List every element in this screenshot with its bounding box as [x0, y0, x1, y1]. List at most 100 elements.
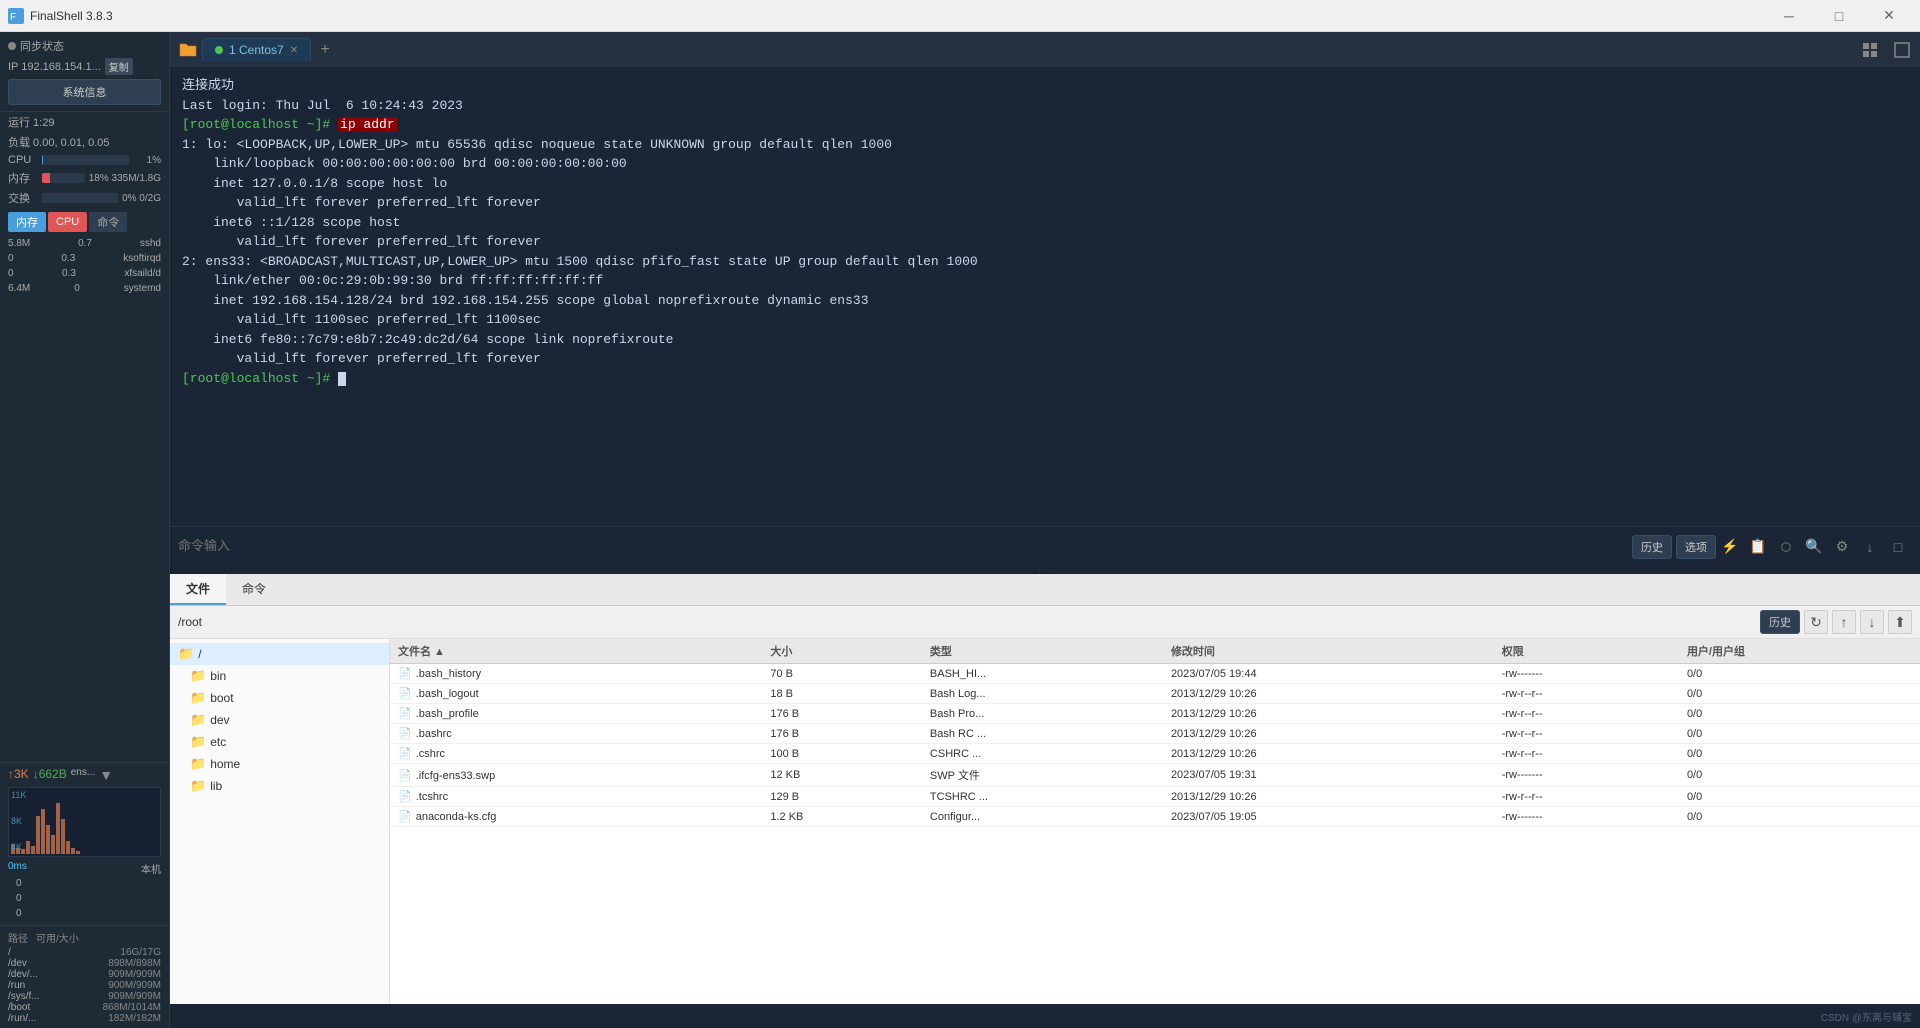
file-size-cell: 70 B [762, 664, 922, 684]
fullscreen-icon-button[interactable]: □ [1884, 533, 1912, 561]
disk-col-path: 路径 [8, 930, 28, 945]
process-table: 5.8M0.7sshd 00.3ksoftirqd 00.3xfsaild/d … [0, 236, 169, 762]
history-button[interactable]: 历史 [1632, 535, 1672, 559]
file-name-cell: 📄.tcshrc [390, 787, 762, 807]
file-row[interactable]: 📄.bash_profile 176 B Bash Pro... 2013/12… [390, 704, 1920, 724]
process-row: 5.8M0.7sshd [0, 236, 169, 251]
panel-splitter[interactable] [170, 566, 1920, 574]
download-icon-button[interactable]: ↓ [1856, 533, 1884, 561]
file-owner-cell: 0/0 [1679, 744, 1920, 764]
file-panel: 文件 命令 /root 历史 ↻ ↑ ↓ ⬆ 📁 / � [170, 574, 1920, 1004]
search-icon-button[interactable]: 🔍 [1800, 533, 1828, 561]
cpu-label: CPU [8, 154, 38, 166]
file-path: /root [178, 615, 202, 629]
file-perms-cell: -rw-r--r-- [1494, 684, 1679, 704]
term-line: inet6 fe80::7c79:e8b7:2c49:dc2d/64 scope… [182, 330, 1908, 350]
upload2-icon-button[interactable]: ⬆ [1888, 610, 1912, 634]
upload-icon-button[interactable]: ↑ [1832, 610, 1856, 634]
tab-memory[interactable]: 内存 [8, 212, 46, 232]
folder-icon-button[interactable] [174, 36, 202, 64]
close-button[interactable]: ✕ [1866, 0, 1912, 32]
tab-close-button[interactable]: ✕ [290, 45, 298, 56]
maximize-button[interactable]: □ [1816, 0, 1862, 32]
disk-row: /boot868M/1014M [8, 1002, 161, 1013]
tree-item-lib[interactable]: 📁 lib [170, 775, 389, 797]
process-row: 00.3ksoftirqd [0, 251, 169, 266]
options-button[interactable]: 选项 [1676, 535, 1716, 559]
tree-item-root[interactable]: 📁 / [170, 643, 389, 665]
app-icon: F [8, 8, 24, 24]
credit-text: CSDN @东离与辅宝 [1821, 1009, 1912, 1024]
tree-item-dev[interactable]: 📁 dev [170, 709, 389, 731]
grid-view-button[interactable] [1856, 36, 1884, 64]
file-row[interactable]: 📄.tcshrc 129 B TCSHRC ... 2013/12/29 10:… [390, 787, 1920, 807]
file-perms-cell: -rw-r--r-- [1494, 787, 1679, 807]
term-line: link/loopback 00:00:00:00:00:00 brd 00:0… [182, 154, 1908, 174]
settings-icon-button[interactable]: ⚙ [1828, 533, 1856, 561]
tab-cmd[interactable]: 命令 [226, 574, 282, 605]
net-up: ↑3K [8, 767, 29, 783]
main-layout: 同步状态 IP 192.168.154.1... 复制 系统信息 运行 1:29… [0, 32, 1920, 1028]
tab-centos7[interactable]: 1 Centos7 ✕ [202, 38, 311, 61]
file-icon: 📄 [398, 811, 412, 823]
file-modified-cell: 2013/12/29 10:26 [1163, 724, 1494, 744]
copy-icon-button[interactable]: 📋 [1744, 533, 1772, 561]
folder-bin-icon: 📁 [190, 668, 206, 684]
file-perms-cell: -rw------- [1494, 807, 1679, 827]
ip-row: IP 192.168.154.1... 复制 [8, 58, 161, 75]
disk-header: 路径 可用/大小 [8, 930, 161, 945]
net-expand-icon[interactable]: ▼ [99, 767, 113, 783]
folder-home-icon: 📁 [190, 756, 206, 772]
terminal-cursor [338, 372, 346, 386]
file-size-cell: 129 B [762, 787, 922, 807]
folder-root-icon: 📁 [178, 646, 194, 662]
file-row[interactable]: 📄.bash_logout 18 B Bash Log... 2013/12/2… [390, 684, 1920, 704]
file-icon: 📄 [398, 668, 412, 680]
file-row[interactable]: 📄.bashrc 176 B Bash RC ... 2013/12/29 10… [390, 724, 1920, 744]
copy-ip-button[interactable]: 复制 [105, 58, 133, 75]
paste-icon-button[interactable]: ⬡ [1772, 533, 1800, 561]
ping-row: 0ms 本机 [8, 861, 161, 876]
tab-command[interactable]: 命令 [89, 212, 127, 232]
fullscreen-button[interactable] [1888, 36, 1916, 64]
term-line: inet6 ::1/128 scope host [182, 213, 1908, 233]
sync-dot [8, 42, 16, 50]
command-input[interactable] [178, 539, 1628, 554]
tree-item-home[interactable]: 📁 home [170, 753, 389, 775]
refresh-icon-button[interactable]: ↻ [1804, 610, 1828, 634]
file-row[interactable]: 📄anaconda-ks.cfg 1.2 KB Configur... 2023… [390, 807, 1920, 827]
file-tree: 📁 / 📁 bin 📁 boot 📁 dev [170, 639, 390, 1004]
file-perms-cell: -rw-r--r-- [1494, 744, 1679, 764]
file-owner-cell: 0/0 [1679, 684, 1920, 704]
tab-add-button[interactable]: + [311, 36, 339, 64]
lightning-icon-button[interactable]: ⚡ [1716, 533, 1744, 561]
file-row[interactable]: 📄.bash_history 70 B BASH_HI... 2023/07/0… [390, 664, 1920, 684]
tree-item-boot[interactable]: 📁 boot [170, 687, 389, 709]
tree-item-bin[interactable]: 📁 bin [170, 665, 389, 687]
process-tabs: 内存 CPU 命令 [0, 208, 169, 236]
col-type: 类型 [922, 639, 1163, 664]
file-size-cell: 12 KB [762, 764, 922, 787]
terminal[interactable]: 连接成功 Last login: Thu Jul 6 10:24:43 2023… [170, 68, 1920, 526]
disk-col-size: 可用/大小 [36, 930, 79, 945]
sysinfo-button[interactable]: 系统信息 [8, 79, 161, 105]
minimize-button[interactable]: ─ [1766, 0, 1812, 32]
file-owner-cell: 0/0 [1679, 787, 1920, 807]
folder-boot-icon: 📁 [190, 690, 206, 706]
process-row: 6.4M0systemd [0, 281, 169, 296]
file-row[interactable]: 📄.ifcfg-ens33.swp 12 KB SWP 文件 2023/07/0… [390, 764, 1920, 787]
tab-label: 1 Centos7 [229, 43, 284, 57]
file-name-cell: 📄.bashrc [390, 724, 762, 744]
tab-cpu[interactable]: CPU [48, 212, 87, 232]
file-history-button[interactable]: 历史 [1760, 610, 1800, 634]
tree-item-etc[interactable]: 📁 etc [170, 731, 389, 753]
tab-file[interactable]: 文件 [170, 574, 226, 605]
download-file-icon-button[interactable]: ↓ [1860, 610, 1884, 634]
file-row[interactable]: 📄.cshrc 100 B CSHRC ... 2013/12/29 10:26… [390, 744, 1920, 764]
cpu-fill [42, 155, 43, 165]
file-icon: 📄 [398, 748, 412, 760]
tree-label-home: home [210, 757, 240, 771]
titlebar-controls: ─ □ ✕ [1766, 0, 1912, 32]
file-icon: 📄 [398, 728, 412, 740]
col-size: 大小 [762, 639, 922, 664]
